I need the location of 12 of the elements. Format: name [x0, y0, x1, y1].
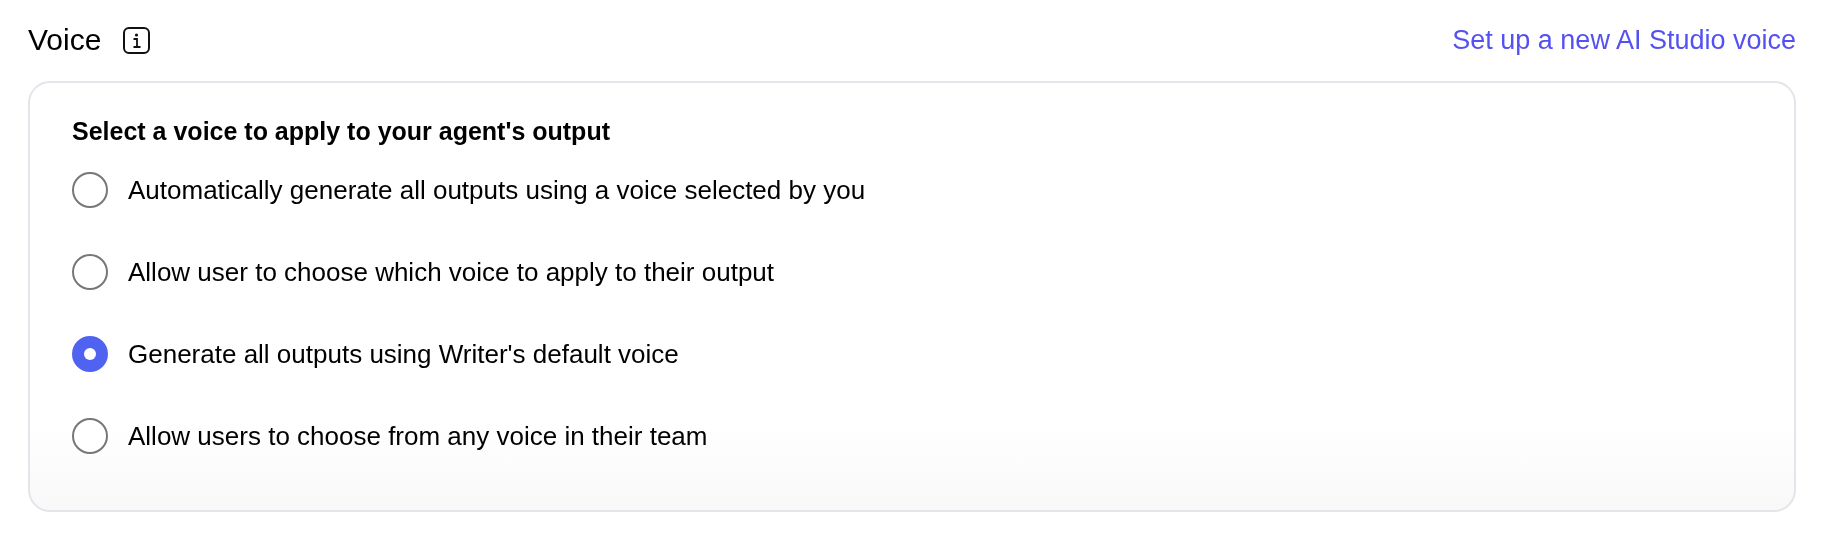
section-title: Voice: [28, 25, 102, 55]
option-label: Allow user to choose which voice to apply to their output: [128, 259, 775, 285]
radio-button[interactable]: [72, 336, 108, 372]
option-label: Generate all outputs using Writer's default voice: [128, 341, 679, 367]
setup-voice-link[interactable]: Set up a new AI Studio voice: [1452, 26, 1796, 54]
option-label: Automatically generate all outputs using a voice selected by you: [128, 177, 866, 203]
option-label: Allow users to choose from any voice in their team: [128, 423, 708, 449]
card-heading: Select a voice to apply to your agent's output: [72, 116, 611, 147]
radio-button[interactable]: [72, 418, 108, 454]
info-icon[interactable]: [123, 26, 151, 54]
radio-button[interactable]: [72, 172, 108, 208]
radio-button[interactable]: [72, 254, 108, 290]
